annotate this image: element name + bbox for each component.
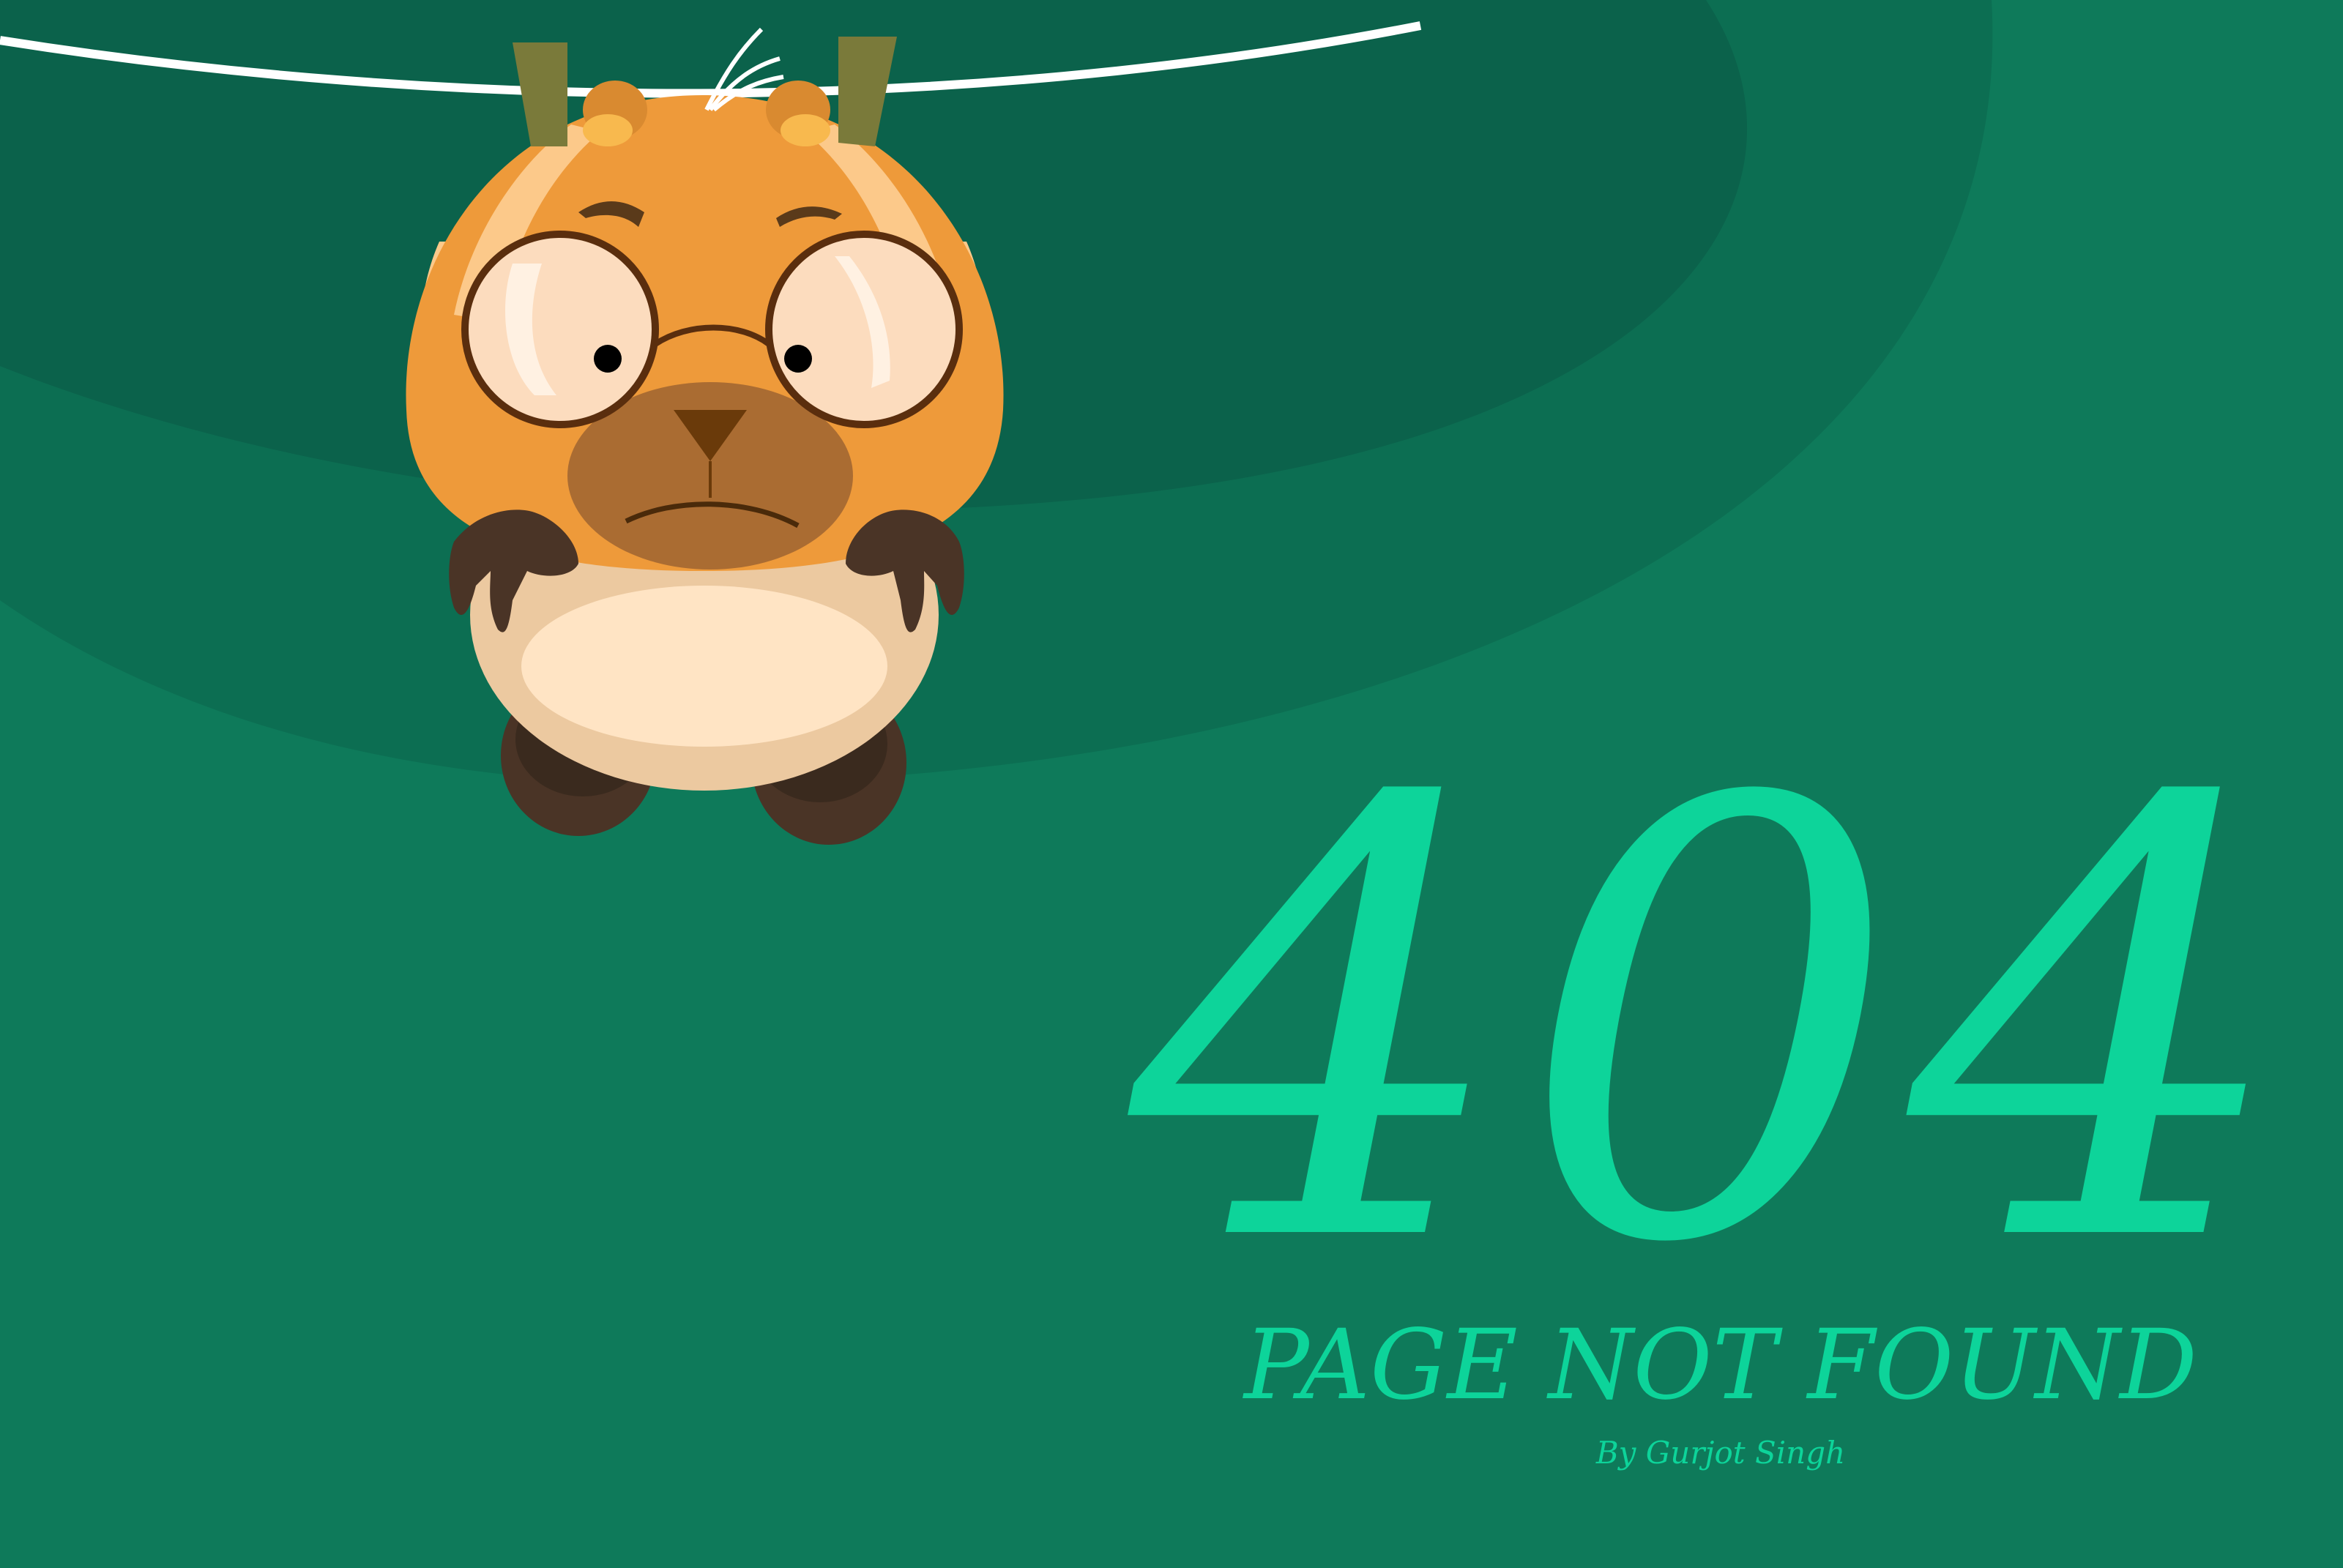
error-message: PAGE NOT FOUND — [1244, 1309, 2197, 1422]
page-not-found-scene: 404 PAGE NOT FOUND By Gurjot Singh — [0, 0, 2343, 1568]
author-credit: By Gurjot Singh — [1595, 1435, 1846, 1471]
error-code: 404 — [1129, 676, 2298, 1374]
